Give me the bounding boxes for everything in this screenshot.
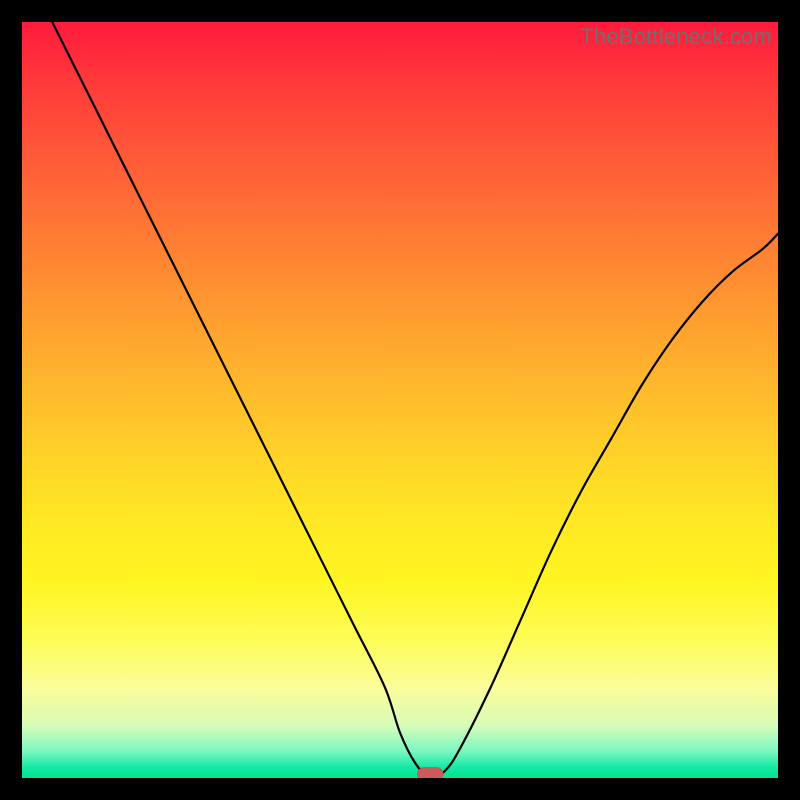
plot-area: TheBottleneck.com [22,22,778,778]
curve-layer [22,22,778,778]
bottleneck-curve-path [52,22,778,778]
optimum-marker [417,768,443,779]
chart-frame: TheBottleneck.com [0,0,800,800]
